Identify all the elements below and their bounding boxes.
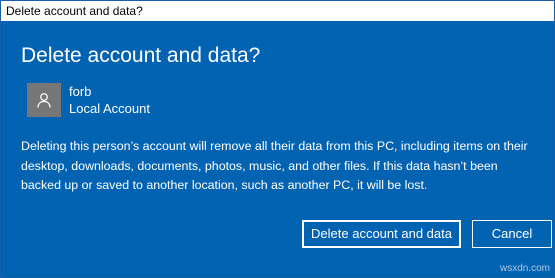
account-info: forb Local Account (27, 83, 150, 117)
window-titlebar: Delete account and data? (1, 1, 554, 21)
cancel-button[interactable]: Cancel (472, 220, 552, 248)
account-name: forb (69, 84, 92, 99)
delete-account-button[interactable]: Delete account and data (302, 220, 461, 248)
warning-message: Deleting this person’s account will remo… (21, 139, 528, 192)
user-avatar-icon (27, 83, 61, 117)
account-type: Local Account (69, 101, 150, 116)
person-icon (37, 93, 51, 108)
account-text: forb Local Account (69, 83, 150, 117)
watermark: wsxdn.com (499, 263, 550, 274)
dialog-window: Delete account and data? Delete account … (0, 0, 555, 278)
dialog-heading: Delete account and data? (21, 44, 261, 67)
